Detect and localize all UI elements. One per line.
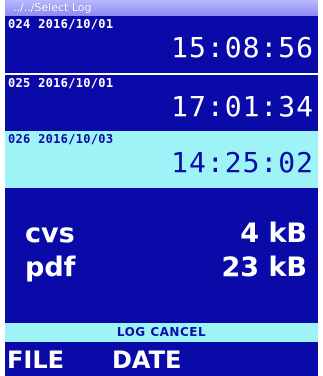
file-size-row-pdf: pdf 23 kB bbox=[5, 252, 318, 288]
log-entry-024[interactable]: 024 2016/10/01 15:08:56 bbox=[5, 16, 318, 73]
log-date: 2016/10/01 bbox=[38, 76, 114, 90]
file-softkey[interactable]: FILE bbox=[7, 346, 64, 374]
softkey-bar: FILE DATE bbox=[5, 342, 318, 376]
log-entry-header: 026 2016/10/03 bbox=[8, 132, 113, 146]
log-id: 026 bbox=[8, 132, 31, 146]
log-entry-header: 025 2016/10/01 bbox=[8, 76, 113, 90]
file-format-label: pdf bbox=[25, 252, 76, 283]
log-date: 2016/10/03 bbox=[38, 132, 114, 146]
file-format-label: cvs bbox=[25, 218, 75, 249]
file-size-value: 4 kB bbox=[240, 218, 307, 249]
log-time: 15:08:56 bbox=[171, 31, 314, 64]
log-cancel-button[interactable]: LOG CANCEL bbox=[5, 323, 318, 342]
log-date: 2016/10/01 bbox=[38, 17, 114, 31]
log-time: 14:25:02 bbox=[171, 146, 314, 179]
log-entry-026[interactable]: 026 2016/10/03 14:25:02 bbox=[5, 131, 318, 188]
file-size-row-cvs: cvs 4 kB bbox=[5, 218, 318, 254]
log-time: 17:01:34 bbox=[171, 90, 314, 123]
breadcrumb: ../../Select Log bbox=[5, 0, 318, 16]
file-size-value: 23 kB bbox=[221, 252, 307, 283]
log-entry-header: 024 2016/10/01 bbox=[8, 17, 113, 31]
log-id: 025 bbox=[8, 76, 31, 90]
date-softkey[interactable]: DATE bbox=[112, 346, 181, 374]
log-entry-025[interactable]: 025 2016/10/01 17:01:34 bbox=[5, 75, 318, 131]
log-id: 024 bbox=[8, 17, 31, 31]
device-screen: ../../Select Log 024 2016/10/01 15:08:56… bbox=[5, 0, 318, 376]
